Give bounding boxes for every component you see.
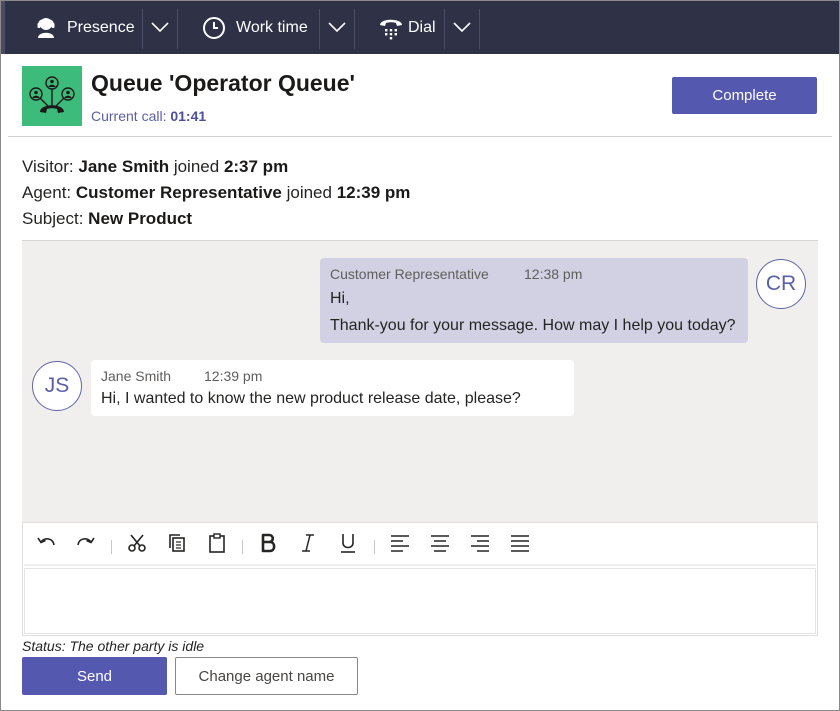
undo-icon [35, 532, 57, 559]
avatar-agent: CR [756, 259, 806, 309]
presence-icon [35, 16, 57, 40]
clock-icon [202, 16, 226, 40]
separator [177, 9, 178, 49]
message-editor [22, 522, 818, 636]
bold-icon [257, 532, 279, 559]
agent-label: Agent: [22, 183, 72, 202]
separator [354, 9, 355, 49]
dial-label: Dial [408, 18, 436, 36]
queue-logo [22, 66, 82, 126]
current-call-time: 01:41 [170, 108, 207, 124]
agent-info: Agent: Customer Representative joined 12… [22, 183, 410, 203]
page-title: Queue 'Operator Queue' [91, 70, 355, 96]
justify-icon [509, 532, 531, 559]
agent-joined-text: joined [286, 183, 332, 202]
italic-icon [297, 532, 319, 559]
redo-button[interactable] [73, 532, 99, 558]
presence-button[interactable]: Presence [35, 1, 135, 54]
avatar-visitor: JS [32, 361, 82, 411]
message-text-line: Thank-you for your message. How may I he… [330, 317, 736, 334]
bold-button[interactable] [255, 532, 281, 558]
cut-icon [126, 532, 148, 559]
visitor-label: Visitor: [22, 157, 74, 176]
work-time-dropdown-button[interactable] [320, 1, 354, 54]
dial-dropdown-button[interactable] [445, 1, 479, 54]
italic-button[interactable] [295, 532, 321, 558]
work-time-button[interactable]: Work time [202, 1, 308, 54]
toolbar-separator [111, 540, 112, 554]
toolbar-separator [242, 540, 243, 554]
toolbar-separator [374, 540, 375, 554]
align-left-icon [389, 532, 411, 559]
visitor-joined-text: joined [173, 157, 220, 176]
message-sender: Jane Smith [101, 368, 172, 384]
send-button[interactable]: Send [22, 657, 167, 695]
chevron-down-icon [453, 19, 471, 37]
align-center-icon [429, 532, 451, 559]
message-bubble-outgoing: Customer Representative 12:38 pm Hi, Tha… [320, 258, 748, 343]
align-left-button[interactable] [387, 532, 413, 558]
visitor-info: Visitor: Jane Smith joined 2:37 pm [22, 157, 288, 177]
cut-button[interactable] [124, 532, 150, 558]
visitor-joined-time: 2:37 pm [223, 157, 289, 176]
message-time: 12:38 pm [524, 266, 583, 282]
chevron-down-icon [328, 19, 346, 37]
current-call-label: Current call: [91, 108, 167, 124]
subject-label: Subject: [22, 209, 84, 228]
current-call-timer: Current call: 01:41 [91, 108, 206, 124]
change-agent-name-button[interactable]: Change agent name [175, 657, 358, 695]
align-right-icon [469, 532, 491, 559]
work-time-label: Work time [236, 18, 308, 36]
message-text-line: Hi, [330, 290, 350, 307]
undo-button[interactable] [33, 532, 59, 558]
paste-icon [206, 532, 228, 559]
message-sender: Customer Representative [330, 266, 489, 282]
justify-button[interactable] [507, 532, 533, 558]
underline-button[interactable] [335, 532, 361, 558]
chevron-down-icon [151, 19, 169, 37]
presence-dropdown-button[interactable] [143, 1, 177, 54]
message-bubble-incoming: Jane Smith 12:39 pm Hi, I wanted to know… [91, 360, 574, 416]
status-text: Status: The other party is idle [22, 638, 205, 654]
phone-icon [378, 16, 404, 40]
compose-input[interactable] [24, 568, 816, 634]
copy-button[interactable] [164, 532, 190, 558]
visitor-name: Jane Smith [78, 157, 170, 176]
align-right-button[interactable] [467, 532, 493, 558]
queue-people-icon [22, 76, 82, 130]
agent-joined-time: 12:39 pm [336, 183, 411, 202]
topbar-edge [1, 1, 5, 54]
message-text-line: Hi, I wanted to know the new product rel… [101, 390, 521, 407]
underline-icon [337, 532, 359, 559]
subject-info: Subject: New Product [22, 209, 192, 229]
align-center-button[interactable] [427, 532, 453, 558]
complete-button[interactable]: Complete [672, 77, 817, 114]
redo-icon [75, 532, 97, 559]
dial-button[interactable]: Dial [378, 1, 436, 54]
subject-value: New Product [88, 209, 193, 228]
top-toolbar: Presence Work time Dial [1, 1, 839, 54]
presence-label: Presence [67, 18, 135, 36]
message-time: 12:39 pm [204, 368, 263, 384]
separator [479, 9, 480, 49]
copy-icon [166, 532, 188, 559]
paste-button[interactable] [204, 532, 230, 558]
editor-toolbar [24, 524, 816, 566]
agent-name: Customer Representative [75, 183, 282, 202]
header-divider [8, 136, 832, 137]
chat-transcript[interactable]: Customer Representative 12:38 pm Hi, Tha… [22, 240, 818, 522]
